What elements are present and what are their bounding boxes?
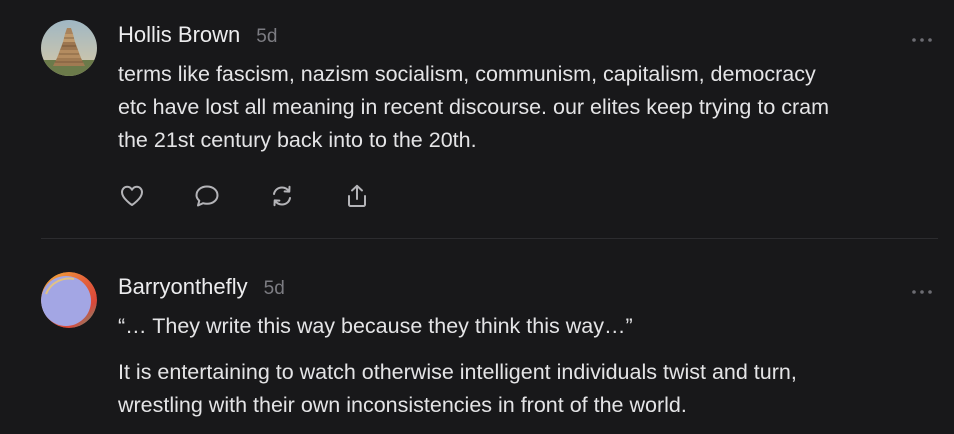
gradient-circle-avatar-icon: [41, 272, 97, 328]
post-actions: [116, 180, 416, 212]
body-line: It is entertaining to watch otherwise in…: [118, 360, 797, 384]
comment-button[interactable]: [191, 180, 223, 212]
heart-icon: [121, 185, 143, 206]
quote-line: “… They write this way because they thin…: [118, 314, 633, 338]
post-barryonthefly: Barryonthefly 5d “… They write this way …: [0, 240, 954, 434]
post-time[interactable]: 5d: [256, 26, 277, 48]
body-line: etc have lost all meaning in recent disc…: [118, 95, 830, 119]
like-button[interactable]: [116, 180, 148, 212]
body-line: the 21st century back into to the 20th.: [118, 128, 477, 152]
share-icon: [348, 184, 366, 207]
more-options-icon[interactable]: [910, 32, 934, 42]
post-divider: [41, 238, 938, 239]
post-header: Barryonthefly 5d: [118, 274, 285, 300]
avatar[interactable]: [41, 272, 97, 328]
share-button[interactable]: [341, 180, 373, 212]
post-body: “… They write this way because they thin…: [118, 310, 938, 422]
comment-icon: [195, 185, 219, 207]
post-header: Hollis Brown 5d: [118, 22, 277, 48]
post-body: terms like fascism, nazism socialism, co…: [118, 58, 938, 157]
avatar[interactable]: [41, 20, 97, 76]
author-name[interactable]: Hollis Brown: [118, 22, 240, 48]
more-options-icon[interactable]: [910, 284, 934, 294]
post-time[interactable]: 5d: [264, 278, 285, 300]
tower-of-babel-avatar-icon: [41, 20, 97, 76]
body-line: wrestling with their own inconsistencies…: [118, 393, 687, 417]
author-name[interactable]: Barryonthefly: [118, 274, 248, 300]
body-line: terms like fascism, nazism socialism, co…: [118, 62, 816, 86]
restack-icon: [273, 185, 291, 207]
post-hollis-brown: Hollis Brown 5d terms like fascism, nazi…: [0, 0, 954, 238]
restack-button[interactable]: [266, 180, 298, 212]
